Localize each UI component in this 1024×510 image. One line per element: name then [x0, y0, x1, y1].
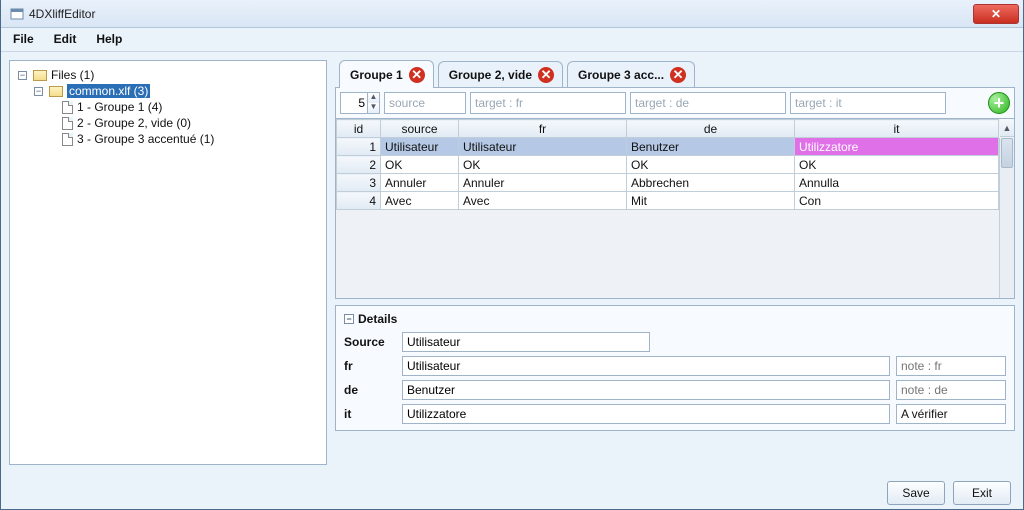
details-de-note[interactable]: [896, 380, 1006, 400]
cell-id: 2: [337, 156, 381, 174]
scroll-up-icon[interactable]: ▲: [1000, 119, 1014, 137]
folder-icon: [49, 86, 63, 97]
tabs: Groupe 1 ✕ Groupe 2, vide ✕ Groupe 3 acc…: [335, 60, 1015, 88]
content-area: − Files (1) − common.xlf (3) 1 - Groupe …: [1, 52, 1023, 473]
app-window: 4DXliffEditor ✕ File Edit Help − Files (…: [0, 0, 1024, 510]
grid-header-row: id source fr de it: [337, 120, 999, 138]
col-de[interactable]: de: [627, 120, 795, 138]
table-row[interactable]: 1 Utilisateur Utilisateur Benutzer Utili…: [337, 138, 999, 156]
cell-it[interactable]: Con: [795, 192, 999, 210]
menu-file[interactable]: File: [3, 28, 44, 51]
table-row[interactable]: 3 Annuler Annuler Abbrechen Annulla: [337, 174, 999, 192]
details-title: Details: [358, 312, 397, 326]
cell-source[interactable]: Utilisateur: [381, 138, 459, 156]
col-source[interactable]: source: [381, 120, 459, 138]
add-row-button[interactable]: +: [988, 92, 1010, 114]
cell-it[interactable]: Utilizzatore: [795, 138, 999, 156]
cell-source[interactable]: Avec: [381, 192, 459, 210]
tree-group-1[interactable]: 1 - Groupe 1 (4): [14, 99, 322, 115]
file-tree: − Files (1) − common.xlf (3) 1 - Groupe …: [9, 60, 327, 465]
details-fr-input[interactable]: [402, 356, 890, 376]
cell-fr[interactable]: Utilisateur: [459, 138, 627, 156]
cell-id: 1: [337, 138, 381, 156]
details-de-input[interactable]: [402, 380, 890, 400]
tab-groupe-2[interactable]: Groupe 2, vide ✕: [438, 61, 563, 87]
details-label-it: it: [344, 407, 396, 421]
translation-grid: id source fr de it 1 Utilisateur Utilisa…: [335, 119, 1015, 299]
cell-it[interactable]: Annulla: [795, 174, 999, 192]
cell-it[interactable]: OK: [795, 156, 999, 174]
table-row[interactable]: 4 Avec Avec Mit Con: [337, 192, 999, 210]
details-it-input[interactable]: [402, 404, 890, 424]
tree-file-common[interactable]: − common.xlf (3): [14, 83, 322, 99]
cell-de[interactable]: Benutzer: [627, 138, 795, 156]
exit-button[interactable]: Exit: [953, 481, 1011, 505]
table-row[interactable]: 2 OK OK OK OK: [337, 156, 999, 174]
window-close-button[interactable]: ✕: [973, 4, 1019, 24]
details-fr-note[interactable]: [896, 356, 1006, 376]
row-count-input[interactable]: [341, 93, 367, 113]
tab-label: Groupe 1: [350, 68, 403, 82]
scroll-thumb[interactable]: [1001, 138, 1013, 168]
details-header[interactable]: − Details: [344, 312, 1006, 326]
details-label-de: de: [344, 383, 396, 397]
titlebar: 4DXliffEditor ✕: [1, 0, 1023, 28]
details-label-fr: fr: [344, 359, 396, 373]
cell-source[interactable]: OK: [381, 156, 459, 174]
cell-fr[interactable]: OK: [459, 156, 627, 174]
cell-de[interactable]: Mit: [627, 192, 795, 210]
dialog-buttons: Save Exit: [1, 473, 1023, 509]
save-button[interactable]: Save: [887, 481, 945, 505]
file-icon: [62, 101, 73, 114]
cell-id: 3: [337, 174, 381, 192]
filter-bar: ▲ ▼ +: [335, 88, 1015, 119]
tree-group-3[interactable]: 3 - Groupe 3 accentué (1): [14, 131, 322, 147]
collapse-icon[interactable]: −: [18, 71, 27, 80]
details-panel: − Details Source fr de it: [335, 305, 1015, 431]
file-icon: [62, 117, 73, 130]
tab-groupe-1[interactable]: Groupe 1 ✕: [339, 60, 434, 88]
tab-label: Groupe 3 acc...: [578, 68, 664, 82]
cell-fr[interactable]: Annuler: [459, 174, 627, 192]
close-icon[interactable]: ✕: [409, 67, 425, 83]
menu-edit[interactable]: Edit: [44, 28, 87, 51]
details-it-note[interactable]: [896, 404, 1006, 424]
tree-group-2[interactable]: 2 - Groupe 2, vide (0): [14, 115, 322, 131]
menu-help[interactable]: Help: [86, 28, 132, 51]
tab-label: Groupe 2, vide: [449, 68, 532, 82]
spinner-down-icon[interactable]: ▼: [367, 103, 379, 113]
filter-de-input[interactable]: [630, 92, 786, 114]
tree-root-files[interactable]: − Files (1): [14, 67, 322, 83]
grid-scrollbar[interactable]: ▲: [999, 138, 1014, 298]
window-title: 4DXliffEditor: [29, 7, 95, 21]
tab-groupe-3[interactable]: Groupe 3 acc... ✕: [567, 61, 695, 87]
app-icon: [9, 6, 25, 22]
collapse-icon[interactable]: −: [34, 87, 43, 96]
col-it[interactable]: it: [795, 120, 999, 138]
editor-panel: Groupe 1 ✕ Groupe 2, vide ✕ Groupe 3 acc…: [335, 60, 1015, 465]
file-icon: [62, 133, 73, 146]
cell-source[interactable]: Annuler: [381, 174, 459, 192]
cell-de[interactable]: Abbrechen: [627, 174, 795, 192]
details-label-source: Source: [344, 335, 396, 349]
filter-it-input[interactable]: [790, 92, 946, 114]
folder-icon: [33, 70, 47, 81]
menubar: File Edit Help: [1, 28, 1023, 52]
col-id[interactable]: id: [337, 120, 381, 138]
filter-fr-input[interactable]: [470, 92, 626, 114]
details-source-input[interactable]: [402, 332, 650, 352]
cell-fr[interactable]: Avec: [459, 192, 627, 210]
cell-id: 4: [337, 192, 381, 210]
col-fr[interactable]: fr: [459, 120, 627, 138]
close-icon[interactable]: ✕: [538, 67, 554, 83]
row-count-spinner[interactable]: ▲ ▼: [340, 92, 380, 114]
cell-de[interactable]: OK: [627, 156, 795, 174]
close-icon[interactable]: ✕: [670, 67, 686, 83]
collapse-icon[interactable]: −: [344, 314, 354, 324]
filter-source-input[interactable]: [384, 92, 466, 114]
